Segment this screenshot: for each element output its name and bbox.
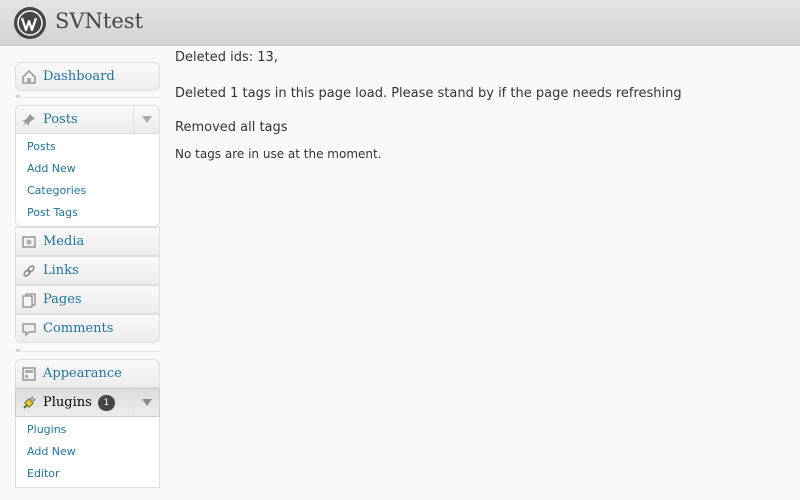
plugins-toggle[interactable] xyxy=(133,389,159,416)
menu-separator: « xyxy=(15,345,160,359)
menu-appearance[interactable]: Appearance xyxy=(15,359,160,388)
pages-icon xyxy=(21,292,37,308)
chevron-down-icon xyxy=(141,399,152,406)
menu-dashboard[interactable]: Dashboard xyxy=(15,62,160,91)
collapse-menu-icon[interactable]: « xyxy=(15,345,21,357)
menu-pages-label: Pages xyxy=(43,292,82,307)
plug-icon xyxy=(21,395,37,411)
submenu-item-posts[interactable]: Posts xyxy=(16,136,159,158)
menu-comments[interactable]: Comments xyxy=(15,314,160,343)
menu-dashboard-label: Dashboard xyxy=(43,69,115,84)
admin-menu: Dashboard « Posts Posts Add New Categori… xyxy=(15,62,160,488)
posts-submenu: Posts Add New Categories Post Tags xyxy=(15,134,160,227)
posts-toggle[interactable] xyxy=(133,106,159,133)
menu-media-label: Media xyxy=(43,234,85,249)
submenu-item-add-new-plugin[interactable]: Add New xyxy=(16,441,159,463)
menu-plugins[interactable]: Plugins 1 xyxy=(15,388,160,417)
admin-header: SVNtest xyxy=(0,0,800,46)
site-title[interactable]: SVNtest xyxy=(55,9,143,33)
menu-pages[interactable]: Pages xyxy=(15,285,160,314)
submenu-item-plugins[interactable]: Plugins xyxy=(16,419,159,441)
chevron-down-icon xyxy=(141,116,152,123)
menu-separator: « xyxy=(15,91,160,105)
media-icon xyxy=(21,234,37,250)
menu-links[interactable]: Links xyxy=(15,256,160,285)
menu-appearance-label: Appearance xyxy=(43,366,122,381)
deleted-tags-message: Deleted 1 tags in this page load. Please… xyxy=(175,86,682,101)
menu-posts[interactable]: Posts xyxy=(15,105,160,134)
deleted-ids-text: Deleted ids: 13, xyxy=(175,50,278,65)
menu-posts-label: Posts xyxy=(43,112,78,127)
menu-media[interactable]: Media xyxy=(15,227,160,256)
link-icon xyxy=(21,263,37,279)
main-content: Deleted ids: 13, Deleted 1 tags in this … xyxy=(175,50,785,161)
no-tags-message: No tags are in use at the moment. xyxy=(175,147,382,161)
dashboard-icon xyxy=(21,69,37,85)
wordpress-logo-icon[interactable] xyxy=(14,7,46,39)
plugins-submenu: Plugins Add New Editor xyxy=(15,417,160,488)
submenu-item-add-new-post[interactable]: Add New xyxy=(16,158,159,180)
removed-all-tags-text: Removed all tags xyxy=(175,120,288,135)
menu-plugins-label: Plugins 1 xyxy=(43,395,115,411)
appearance-icon xyxy=(21,366,37,382)
menu-comments-label: Comments xyxy=(43,321,114,336)
submenu-item-categories[interactable]: Categories xyxy=(16,180,159,202)
menu-links-label: Links xyxy=(43,263,79,278)
collapse-menu-icon[interactable]: « xyxy=(15,91,21,103)
pushpin-icon xyxy=(21,112,37,128)
submenu-item-post-tags[interactable]: Post Tags xyxy=(16,202,159,224)
update-count-badge: 1 xyxy=(97,395,115,411)
submenu-item-editor[interactable]: Editor xyxy=(16,463,159,485)
comment-icon xyxy=(21,321,37,337)
